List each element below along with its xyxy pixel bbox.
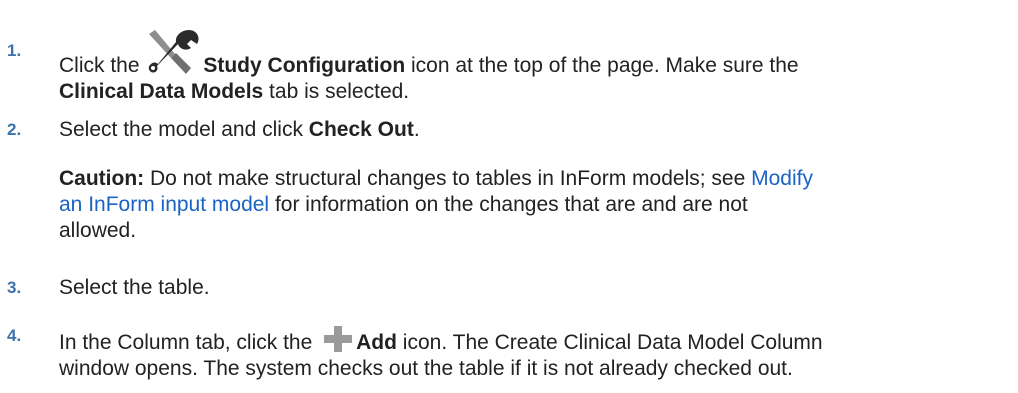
study-configuration-label: Study Configuration	[203, 54, 406, 77]
caution-text: Do not make structural changes to tables…	[144, 167, 752, 190]
clinical-data-models-tab-label: Clinical Data Models	[59, 80, 264, 103]
caution-line: allowed.	[59, 218, 1010, 244]
step-text: Select the model and click	[59, 118, 309, 141]
step-line: Click the Study Configuration icon at th…	[59, 24, 1010, 79]
step-text: icon at the top of the page. Make sure t…	[405, 54, 799, 77]
step-text: Click the	[59, 54, 146, 77]
step-text: Select the table.	[59, 276, 210, 299]
step-number: 3.	[7, 278, 22, 297]
step-body: Click the Study Configuration icon at th…	[59, 24, 1010, 105]
step-line: Clinical Data Models tab is selected.	[59, 79, 1010, 105]
caution-line: an InForm input model for information on…	[59, 192, 1010, 218]
step-text: icon. The Create Clinical Data Model Col…	[396, 331, 823, 354]
step-text: tab is selected.	[263, 80, 410, 103]
step-number: 4.	[7, 326, 22, 345]
step-body: In the Column tab, click the Add icon. T…	[59, 323, 1010, 382]
step-text: In the Column tab, click the	[59, 331, 319, 354]
procedure-steps: 1. Click the Study Configuration icon at…	[0, 0, 1018, 393]
caution-body: Caution: Do not make structural changes …	[59, 166, 1010, 244]
step-number: 2.	[7, 120, 22, 139]
step-body: Select the table.	[59, 275, 1010, 301]
step-body: Select the model and click Check Out.	[59, 117, 1010, 143]
step-line: window opens. The system checks out the …	[59, 356, 1010, 382]
caution-text: allowed.	[59, 219, 137, 242]
wrench-screwdriver-icon	[149, 30, 199, 74]
step-text: .	[413, 118, 420, 141]
step-number: 1.	[7, 41, 22, 60]
modify-inform-link-continued[interactable]: an InForm input model	[59, 193, 269, 216]
caution-label: Caution:	[59, 167, 145, 190]
check-out-label: Check Out	[308, 118, 414, 141]
caution-line: Caution: Do not make structural changes …	[59, 166, 1010, 192]
modify-inform-link[interactable]: Modify	[751, 167, 813, 190]
plus-icon	[324, 326, 353, 352]
caution-text: for information on the changes that are …	[269, 193, 748, 216]
step-line: In the Column tab, click the Add icon. T…	[59, 323, 1010, 356]
step-text: window opens. The system checks out the …	[59, 357, 793, 380]
add-label: Add	[356, 331, 397, 354]
step-line: Select the model and click Check Out.	[59, 117, 1010, 143]
